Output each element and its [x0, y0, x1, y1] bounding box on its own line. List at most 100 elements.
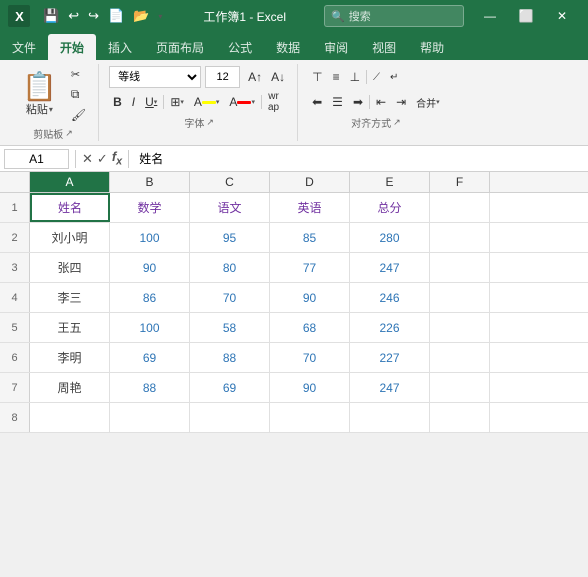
col-header-b[interactable]: B	[110, 172, 190, 192]
col-header-a[interactable]: A	[30, 172, 110, 192]
alignment-expand-icon[interactable]: ↗	[393, 117, 401, 128]
angle-text-button[interactable]: ⟋	[369, 66, 384, 88]
cell-f7[interactable]	[430, 373, 490, 402]
cell-d5[interactable]: 68	[270, 313, 350, 342]
col-header-e[interactable]: E	[350, 172, 430, 192]
underline-button[interactable]: U▾	[141, 91, 161, 113]
cell-d3[interactable]: 77	[270, 253, 350, 282]
row-num-4[interactable]: 4	[0, 283, 30, 312]
undo-icon[interactable]: ↩	[65, 6, 82, 26]
new-icon[interactable]: 📄	[105, 6, 127, 26]
cell-d1[interactable]: 英语	[270, 193, 350, 222]
increase-indent-button[interactable]: ⇥	[392, 91, 410, 113]
cell-e4[interactable]: 246	[350, 283, 430, 312]
cell-c2[interactable]: 95	[190, 223, 270, 252]
search-box[interactable]: 🔍 搜索	[324, 5, 464, 27]
row-num-2[interactable]: 2	[0, 223, 30, 252]
tab-review[interactable]: 审阅	[312, 34, 360, 60]
align-top-button[interactable]: ⊤	[308, 66, 326, 88]
cell-f5[interactable]	[430, 313, 490, 342]
cell-b4[interactable]: 86	[110, 283, 190, 312]
cell-a2[interactable]: 刘小明	[30, 223, 110, 252]
cell-a4[interactable]: 李三	[30, 283, 110, 312]
cell-e1[interactable]: 总分	[350, 193, 430, 222]
wrap-text2-button[interactable]: ↵	[386, 66, 402, 88]
cell-f2[interactable]	[430, 223, 490, 252]
decrease-font-button[interactable]: A↓	[267, 66, 289, 88]
cell-c1[interactable]: 语文	[190, 193, 270, 222]
redo-icon[interactable]: ↪	[85, 6, 102, 26]
cell-b5[interactable]: 100	[110, 313, 190, 342]
save-icon[interactable]: 💾	[40, 6, 62, 26]
row-num-8[interactable]: 8	[0, 403, 30, 432]
cancel-formula-icon[interactable]: ✕	[82, 151, 93, 167]
cell-c8[interactable]	[190, 403, 270, 432]
col-header-f[interactable]: F	[430, 172, 490, 192]
confirm-formula-icon[interactable]: ✓	[97, 151, 108, 167]
open-icon[interactable]: 📂	[130, 6, 152, 26]
cell-e2[interactable]: 280	[350, 223, 430, 252]
cell-b6[interactable]: 69	[110, 343, 190, 372]
copy-button[interactable]: ⧉	[67, 85, 90, 104]
close-button[interactable]: ✕	[544, 0, 580, 32]
cell-f4[interactable]	[430, 283, 490, 312]
italic-button[interactable]: I	[128, 91, 139, 113]
quick-access-dropdown[interactable]: ▾	[155, 10, 165, 23]
align-left-button[interactable]: ⬅	[308, 91, 326, 113]
align-bottom-button[interactable]: ⊥	[346, 66, 364, 88]
row-num-7[interactable]: 7	[0, 373, 30, 402]
cell-e3[interactable]: 247	[350, 253, 430, 282]
font-name-select[interactable]: 等线	[109, 66, 201, 88]
fill-color-button[interactable]: A ▾	[190, 91, 224, 113]
col-header-c[interactable]: C	[190, 172, 270, 192]
cell-a3[interactable]: 张四	[30, 253, 110, 282]
minimize-button[interactable]: —	[472, 0, 508, 32]
cell-f3[interactable]	[430, 253, 490, 282]
cell-b7[interactable]: 88	[110, 373, 190, 402]
cell-c6[interactable]: 88	[190, 343, 270, 372]
row-num-1[interactable]: 1	[0, 193, 30, 222]
cell-b3[interactable]: 90	[110, 253, 190, 282]
tab-view[interactable]: 视图	[360, 34, 408, 60]
increase-font-button[interactable]: A↑	[244, 66, 266, 88]
cell-d6[interactable]: 70	[270, 343, 350, 372]
cell-a8[interactable]	[30, 403, 110, 432]
cell-reference-box[interactable]	[4, 149, 69, 169]
wrap-text-button[interactable]: wrap	[264, 91, 283, 113]
col-header-d[interactable]: D	[270, 172, 350, 192]
align-middle-button[interactable]: ≡	[329, 66, 344, 88]
cell-e6[interactable]: 227	[350, 343, 430, 372]
cell-a5[interactable]: 王五	[30, 313, 110, 342]
font-size-input[interactable]	[205, 66, 240, 88]
tab-insert[interactable]: 插入	[96, 34, 144, 60]
borders-button[interactable]: ⊞ ▾	[166, 91, 188, 113]
cut-button[interactable]: ✂	[67, 66, 90, 83]
cell-a1[interactable]: 姓名	[30, 193, 110, 222]
font-color-button[interactable]: A ▾	[225, 91, 259, 113]
cell-d4[interactable]: 90	[270, 283, 350, 312]
row-num-6[interactable]: 6	[0, 343, 30, 372]
cell-f1[interactable]	[430, 193, 490, 222]
cell-c4[interactable]: 70	[190, 283, 270, 312]
cell-e5[interactable]: 226	[350, 313, 430, 342]
cell-e7[interactable]: 247	[350, 373, 430, 402]
cell-c7[interactable]: 69	[190, 373, 270, 402]
format-painter-button[interactable]: 🖌	[67, 106, 90, 124]
paste-button[interactable]: 📋 粘贴▾	[16, 69, 63, 121]
cell-c5[interactable]: 58	[190, 313, 270, 342]
maximize-button[interactable]: ⬜	[508, 0, 544, 32]
tab-file[interactable]: 文件	[0, 34, 48, 60]
tab-home[interactable]: 开始	[48, 34, 96, 60]
cell-b1[interactable]: 数学	[110, 193, 190, 222]
font-expand-icon[interactable]: ↗	[206, 117, 214, 128]
clipboard-expand-icon[interactable]: ↗	[65, 128, 73, 139]
cell-f6[interactable]	[430, 343, 490, 372]
cell-a6[interactable]: 李明	[30, 343, 110, 372]
cell-b8[interactable]	[110, 403, 190, 432]
merge-center-button[interactable]: 合并▾	[412, 91, 444, 113]
cell-f8[interactable]	[430, 403, 490, 432]
row-num-3[interactable]: 3	[0, 253, 30, 282]
tab-formulas[interactable]: 公式	[216, 34, 264, 60]
cell-d8[interactable]	[270, 403, 350, 432]
bold-button[interactable]: B	[109, 91, 126, 113]
